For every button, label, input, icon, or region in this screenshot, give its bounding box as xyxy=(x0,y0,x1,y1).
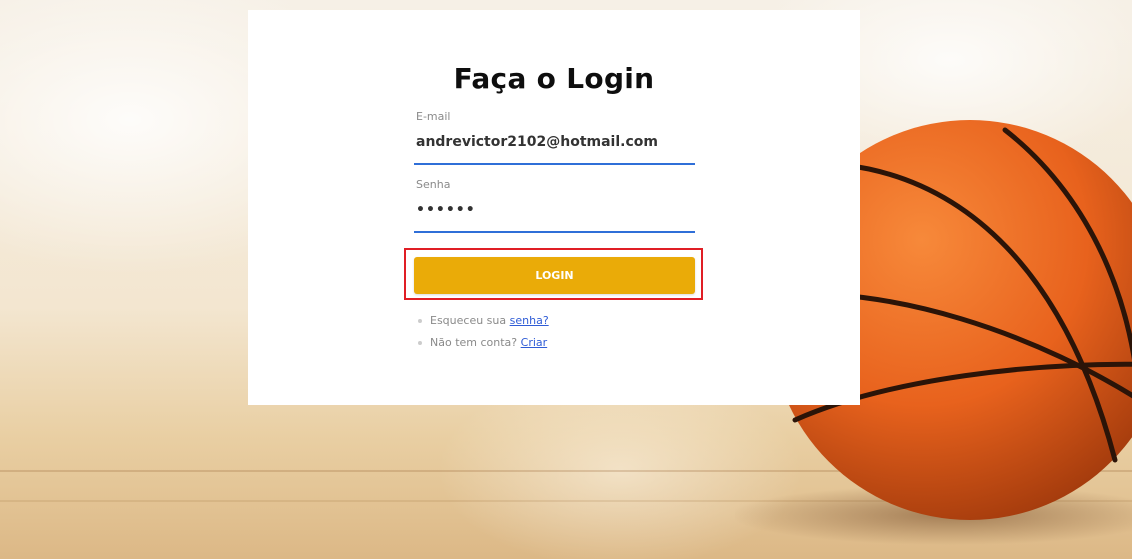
signup-text: Não tem conta? xyxy=(430,336,521,349)
forgot-password-link[interactable]: senha? xyxy=(510,314,549,327)
bullet-icon xyxy=(418,341,422,345)
bullet-icon xyxy=(418,319,422,323)
login-page: Faça o Login E-mail Senha LOGIN Esqueceu… xyxy=(0,0,1132,559)
login-button[interactable]: LOGIN xyxy=(414,257,695,294)
help-links: Esqueceu sua senha? Não tem conta? Criar xyxy=(418,312,549,356)
forgot-password-text: Esqueceu sua xyxy=(430,314,510,327)
password-label: Senha xyxy=(416,178,451,191)
email-field-group: E-mail xyxy=(414,110,697,165)
login-card: Faça o Login E-mail Senha LOGIN Esqueceu… xyxy=(248,10,860,405)
email-field[interactable] xyxy=(414,130,697,154)
page-title: Faça o Login xyxy=(453,62,655,95)
password-field[interactable] xyxy=(414,198,697,222)
list-item: Não tem conta? Criar xyxy=(418,334,549,356)
email-label: E-mail xyxy=(416,110,451,123)
password-field-group: Senha xyxy=(414,178,697,233)
signup-link[interactable]: Criar xyxy=(521,336,548,349)
list-item: Esqueceu sua senha? xyxy=(418,312,549,334)
